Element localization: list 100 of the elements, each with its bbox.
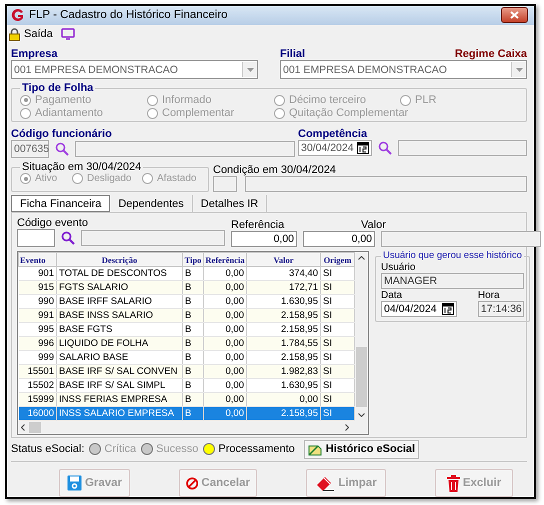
eraser-icon <box>315 475 336 491</box>
table-cell: 1.784,55 <box>246 336 320 350</box>
table-cell: SI <box>320 406 354 420</box>
column-header[interactable]: Evento <box>18 252 56 266</box>
table-cell: SI <box>320 308 354 322</box>
table-row[interactable]: 15999 INSS FERIAS EMPRESA B 0,00 0,00 SI <box>18 392 354 406</box>
dropdown-arrow-icon <box>516 68 522 72</box>
hora-field[interactable]: 17:14:36 <box>478 301 524 317</box>
usuario-field[interactable]: MANAGER <box>381 273 524 289</box>
status-label: Processamento <box>218 443 295 455</box>
table-row[interactable]: 15501 BASE IRF S/ SAL CONVEN B 0,00 1.982,83 SI <box>18 364 354 378</box>
padlock-icon <box>9 28 20 41</box>
table-row[interactable]: 996 LIQUIDO DE FOLHA B 0,00 1.784,55 SI <box>18 336 354 350</box>
table-cell: 0,00 <box>204 336 246 350</box>
search-icon[interactable] <box>378 141 392 155</box>
table-cell: INSS FERIAS EMPRESA <box>56 392 182 406</box>
usuario-group-title: Usuário que gerou esse histórico <box>382 251 523 261</box>
table-cell: 1.982,83 <box>246 364 320 378</box>
status-label: Crítica <box>104 443 136 455</box>
search-icon[interactable] <box>55 142 69 156</box>
condicao-label: Condição em 30/04/2024 <box>213 164 337 176</box>
event-code-field[interactable] <box>17 229 55 247</box>
table-cell: LIQUIDO DE FOLHA <box>56 336 182 350</box>
calendar-icon[interactable] <box>357 142 369 154</box>
column-header[interactable]: Descrição <box>56 252 182 266</box>
table-cell: 172,71 <box>246 280 320 294</box>
employee-code-field[interactable]: 007635 <box>11 140 49 158</box>
valor-label: Valor <box>361 219 386 231</box>
data-label: Data <box>381 290 402 301</box>
status-esocial-label: Status eSocial: <box>11 443 84 455</box>
table-cell: SI <box>320 336 354 350</box>
cancel-icon <box>186 474 198 492</box>
table-cell: 991 <box>18 308 56 322</box>
competencia-label: Competência <box>298 128 368 140</box>
event-code-label: Código evento <box>17 217 88 229</box>
column-header[interactable]: Referência <box>204 252 246 266</box>
tipo-folha-title: Tipo de Folha <box>21 83 94 94</box>
status-label: Sucesso <box>156 443 198 455</box>
table-cell: 915 <box>18 280 56 294</box>
table-cell: 0,00 <box>204 280 246 294</box>
close-button[interactable] <box>501 7 528 24</box>
data-date-field[interactable]: 04/04/2024 <box>381 301 457 317</box>
empresa-label: Empresa <box>11 48 58 60</box>
table-cell: 996 <box>18 336 56 350</box>
valor-field[interactable]: 0,00 <box>303 231 375 247</box>
logo-icon <box>11 8 25 22</box>
exit-button[interactable]: Saída <box>9 28 53 41</box>
table-cell: SI <box>320 280 354 294</box>
table-cell: 16000 <box>18 406 56 420</box>
funcionario-label: Código funcionário <box>11 128 112 140</box>
table-cell: 15999 <box>18 392 56 406</box>
search-icon[interactable] <box>61 231 75 245</box>
table-row[interactable]: 915 FGTS SALARIO B 0,00 172,71 SI <box>18 280 354 294</box>
table-cell: 2.158,95 <box>246 406 320 420</box>
table-cell: BASE INSS SALARIO <box>56 308 182 322</box>
scroll-right-icon[interactable] <box>345 424 349 431</box>
table-row[interactable]: 991 BASE INSS SALARIO B 0,00 2.158,95 SI <box>18 308 354 322</box>
table-cell: INSS SALARIO EMPRESA <box>56 406 182 420</box>
table-cell: BASE IRF S/ SAL CONVEN <box>56 364 182 378</box>
table-cell: FGTS SALARIO <box>56 280 182 294</box>
filial-label: Filial <box>280 48 306 60</box>
competencia-description-field[interactable] <box>398 140 527 156</box>
close-icon <box>510 11 519 20</box>
employee-name-field[interactable] <box>75 141 295 157</box>
monitor-icon[interactable] <box>60 28 75 40</box>
calendar-icon[interactable] <box>442 303 454 315</box>
table-cell: 15501 <box>18 364 56 378</box>
column-header[interactable]: Origem <box>320 252 354 266</box>
tab[interactable]: Ficha Financeira <box>11 195 110 212</box>
referencia-label: Referência <box>231 219 284 231</box>
table-cell: 0,00 <box>204 308 246 322</box>
scroll-up-icon[interactable] <box>358 256 365 260</box>
scroll-thumb[interactable] <box>356 347 367 407</box>
situacao-title: Situação em 30/04/2024 <box>21 162 142 173</box>
table-row[interactable]: 16000 INSS SALARIO EMPRESA B 0,00 2.158,95 SI <box>18 406 354 420</box>
table-cell: SI <box>320 364 354 378</box>
horizontal-scrollbar[interactable] <box>18 421 368 434</box>
table-cell: 0,00 <box>204 406 246 420</box>
condition-description-field[interactable] <box>245 176 527 192</box>
trash-icon <box>446 474 460 492</box>
event-description-field[interactable] <box>81 230 225 246</box>
table-cell: 0,00 <box>204 364 246 378</box>
scroll-thumb[interactable] <box>29 422 41 433</box>
usuario-label: Usuário <box>381 262 416 273</box>
column-header[interactable]: Valor <box>246 252 320 266</box>
table-cell: 0,00 <box>246 392 320 406</box>
vertical-scrollbar[interactable] <box>355 252 368 421</box>
competencia-date-field[interactable]: 30/04/2024 <box>298 140 372 156</box>
column-header[interactable]: Tipo <box>182 252 204 266</box>
esocial-history-button[interactable]: Histórico eSocial <box>304 440 420 458</box>
dropdown-arrow-icon <box>246 68 254 72</box>
window-title: FLP - Cadastro do Histórico Financeiro <box>29 9 229 22</box>
referencia-field[interactable]: 0,00 <box>231 231 297 247</box>
scroll-down-icon[interactable] <box>358 413 365 417</box>
table-cell: 0,00 <box>204 392 246 406</box>
scroll-left-icon[interactable] <box>21 424 25 431</box>
condition-code-field[interactable] <box>213 176 237 192</box>
event-extra-field[interactable] <box>381 231 541 247</box>
table-cell: 2.158,95 <box>246 308 320 322</box>
regime-label: Regime Caixa <box>454 48 527 60</box>
